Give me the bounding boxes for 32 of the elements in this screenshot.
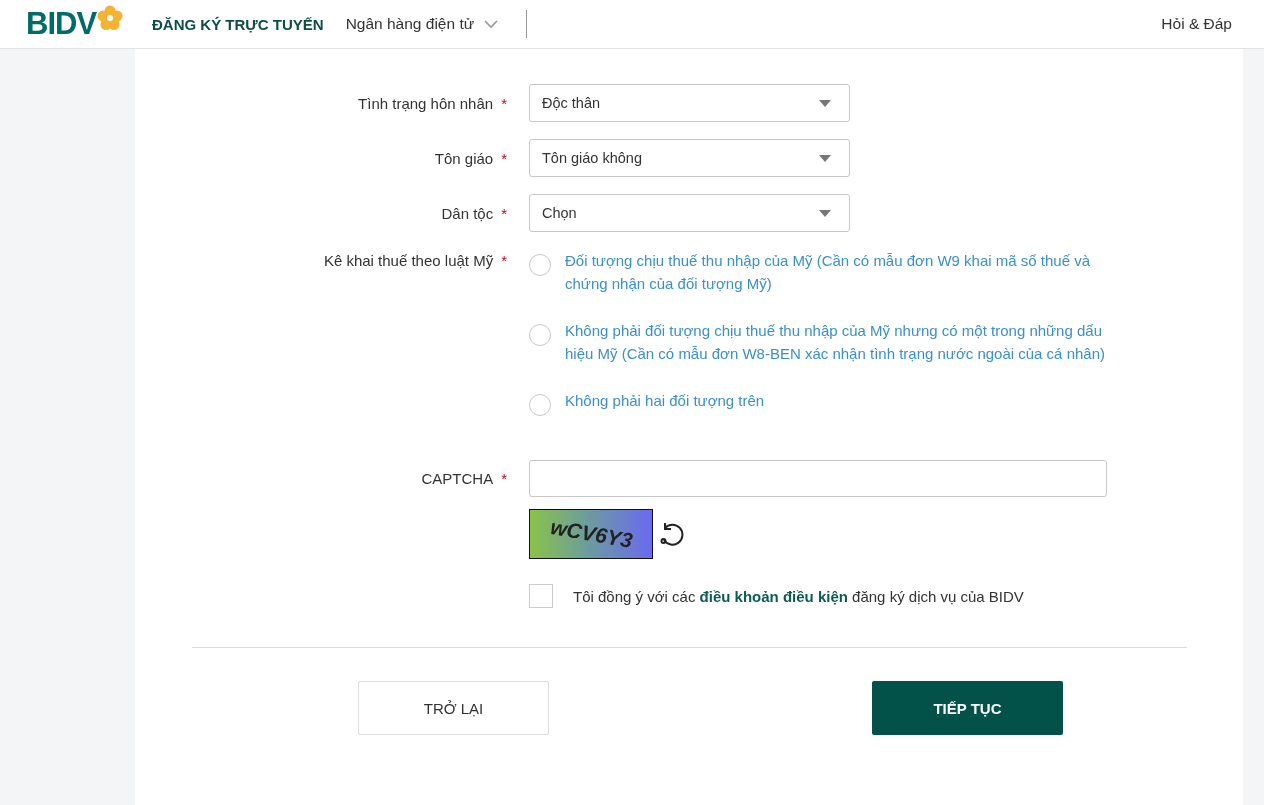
page-title[interactable]: ĐĂNG KÝ TRỰC TUYẾN <box>152 15 324 33</box>
help-link[interactable]: Hỏi & Đáp <box>1161 15 1232 33</box>
back-button[interactable]: TRỞ LẠI <box>358 681 549 735</box>
flower-logo-icon <box>97 5 124 31</box>
captcha-image: wCV6Y3 <box>529 509 653 559</box>
chevron-down-icon <box>484 19 499 29</box>
required-mark: * <box>501 94 507 112</box>
dropdown-arrow-icon <box>819 209 831 217</box>
radio-label[interactable]: Không phải đối tượng chịu thuế thu nhập của Mỹ nhưng có một trong những dấu hiệu Mỹ (Cần có mẫu đơn W8-BEN xác nhận tình trạng nước ngoài của cá nhân) <box>565 319 1119 365</box>
captcha-input[interactable] <box>529 460 1107 497</box>
radio-label[interactable]: Đối tượng chịu thuế thu nhập của Mỹ (Cần có mẫu đơn W9 khai mã số thuế và chứng nhận của đối tượng Mỹ) <box>565 249 1119 295</box>
select-field[interactable]: Tôn giáo không <box>529 139 850 177</box>
checkbox[interactable] <box>529 584 553 608</box>
continue-button[interactable]: TIẾP TỤC <box>872 681 1063 735</box>
required-mark: * <box>501 204 507 222</box>
select-field[interactable]: Chọn <box>529 194 850 232</box>
dropdown-arrow-icon <box>819 99 831 107</box>
required-mark: * <box>501 252 507 269</box>
field-label: Tôn giáo <box>434 149 494 167</box>
field-label: Tình trạng hôn nhân <box>358 94 494 112</box>
dropdown-arrow-icon <box>819 154 831 162</box>
required-mark: * <box>501 149 507 167</box>
bidv-logo[interactable]: BIDV <box>26 6 97 42</box>
required-mark: * <box>501 470 507 487</box>
select-field[interactable]: Độc thân <box>529 84 850 122</box>
field-label: Kê khai thuế theo luật Mỹ <box>323 252 494 269</box>
radio-label[interactable]: Không phải hai đối tượng trên <box>565 389 765 412</box>
field-label: Dân tộc <box>441 204 494 222</box>
agreement-text: Tôi đồng ý với các điều khoản điều kiện đăng ký dịch vụ của BIDV <box>573 587 1024 605</box>
field-label: CAPTCHA <box>421 470 494 487</box>
terms-link[interactable]: điều khoản điều kiện <box>699 587 848 605</box>
menu-dropdown[interactable]: Ngân hàng điện tử <box>345 15 499 33</box>
